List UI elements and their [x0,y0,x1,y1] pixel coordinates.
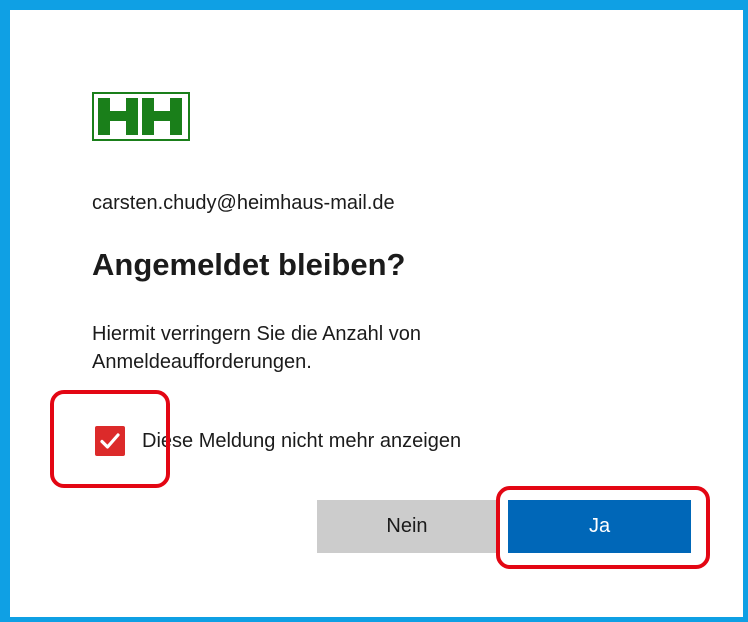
checkmark-icon [100,433,120,449]
no-button[interactable]: Nein [317,500,497,553]
yes-button[interactable]: Ja [508,500,691,553]
account-email: carsten.chudy@heimhaus-mail.de [92,192,395,214]
dont-show-again-checkbox[interactable] [95,426,125,456]
dialog-description: Hiermit verringern Sie die Anzahl von An… [92,323,422,373]
dont-show-again-option[interactable]: Diese Meldung nicht mehr anzeigen [95,426,461,456]
hh-logo-icon [98,98,182,135]
dont-show-again-label[interactable]: Diese Meldung nicht mehr anzeigen [142,426,461,456]
dialog-title: Angemeldet bleiben? [92,247,406,282]
company-logo [92,92,190,141]
